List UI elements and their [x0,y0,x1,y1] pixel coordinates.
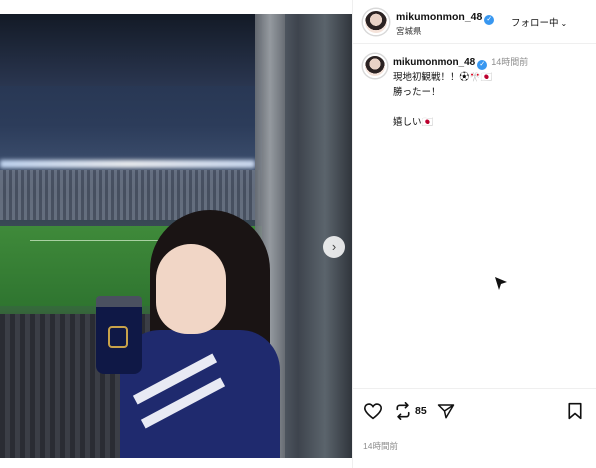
post-timestamp[interactable]: 14時間前 [363,440,398,452]
post-photo[interactable]: › [0,14,352,458]
username-text[interactable]: mikumonmon_48 [396,11,482,23]
avatar[interactable] [363,9,389,35]
instagram-post-frame: › mikumonmon_48 ✓ 宮城県 フォロー中 ⌄ mikumonmon_4… [0,0,596,468]
cup-emblem [108,326,128,348]
chevron-down-icon: ⌄ [560,19,568,28]
following-button[interactable]: フォロー中 ⌄ [511,15,567,29]
bookmark-icon[interactable] [567,402,583,420]
caption-line [393,100,591,115]
heart-icon[interactable] [363,402,383,420]
header-username[interactable]: mikumonmon_48 ✓ [396,11,495,25]
post-side-panel: mikumonmon_48 ✓ 宮城県 フォロー中 ⌄ mikumonmon_48 ✓… [352,0,596,468]
caption-time[interactable]: 14時間前 [491,57,528,67]
following-label: フォロー中 [511,18,559,29]
action-bar: 85 [353,388,596,430]
caption: mikumonmon_48 ✓ 14時間前 現地初観戦！！⚽︎🎌🇯🇵 勝ったー！ 嬉… [393,55,591,130]
repost-count[interactable]: 85 [415,405,427,417]
stadium-lights [0,160,255,168]
caption-line: 嬉しい🇯🇵 [393,117,434,128]
stadium-roof [0,14,270,86]
drink-cup [96,296,142,374]
repost-icon[interactable] [393,402,413,420]
mouse-cursor-icon [495,277,507,290]
post-header: mikumonmon_48 ✓ 宮城県 フォロー中 ⌄ [353,0,596,44]
caption-avatar[interactable] [363,54,387,78]
chevron-right-icon[interactable]: › [323,236,345,258]
location-link[interactable]: 宮城県 [396,25,422,37]
caption-line: 現地初観戦！！⚽︎🎌🇯🇵 [393,72,493,83]
verified-badge-icon: ✓ [484,15,495,25]
caption-username[interactable]: mikumonmon_48 [393,57,475,68]
verified-badge-icon: ✓ [477,60,488,70]
person-face [156,244,226,334]
send-icon[interactable] [437,402,455,420]
caption-line: 勝ったー！ [393,87,441,98]
